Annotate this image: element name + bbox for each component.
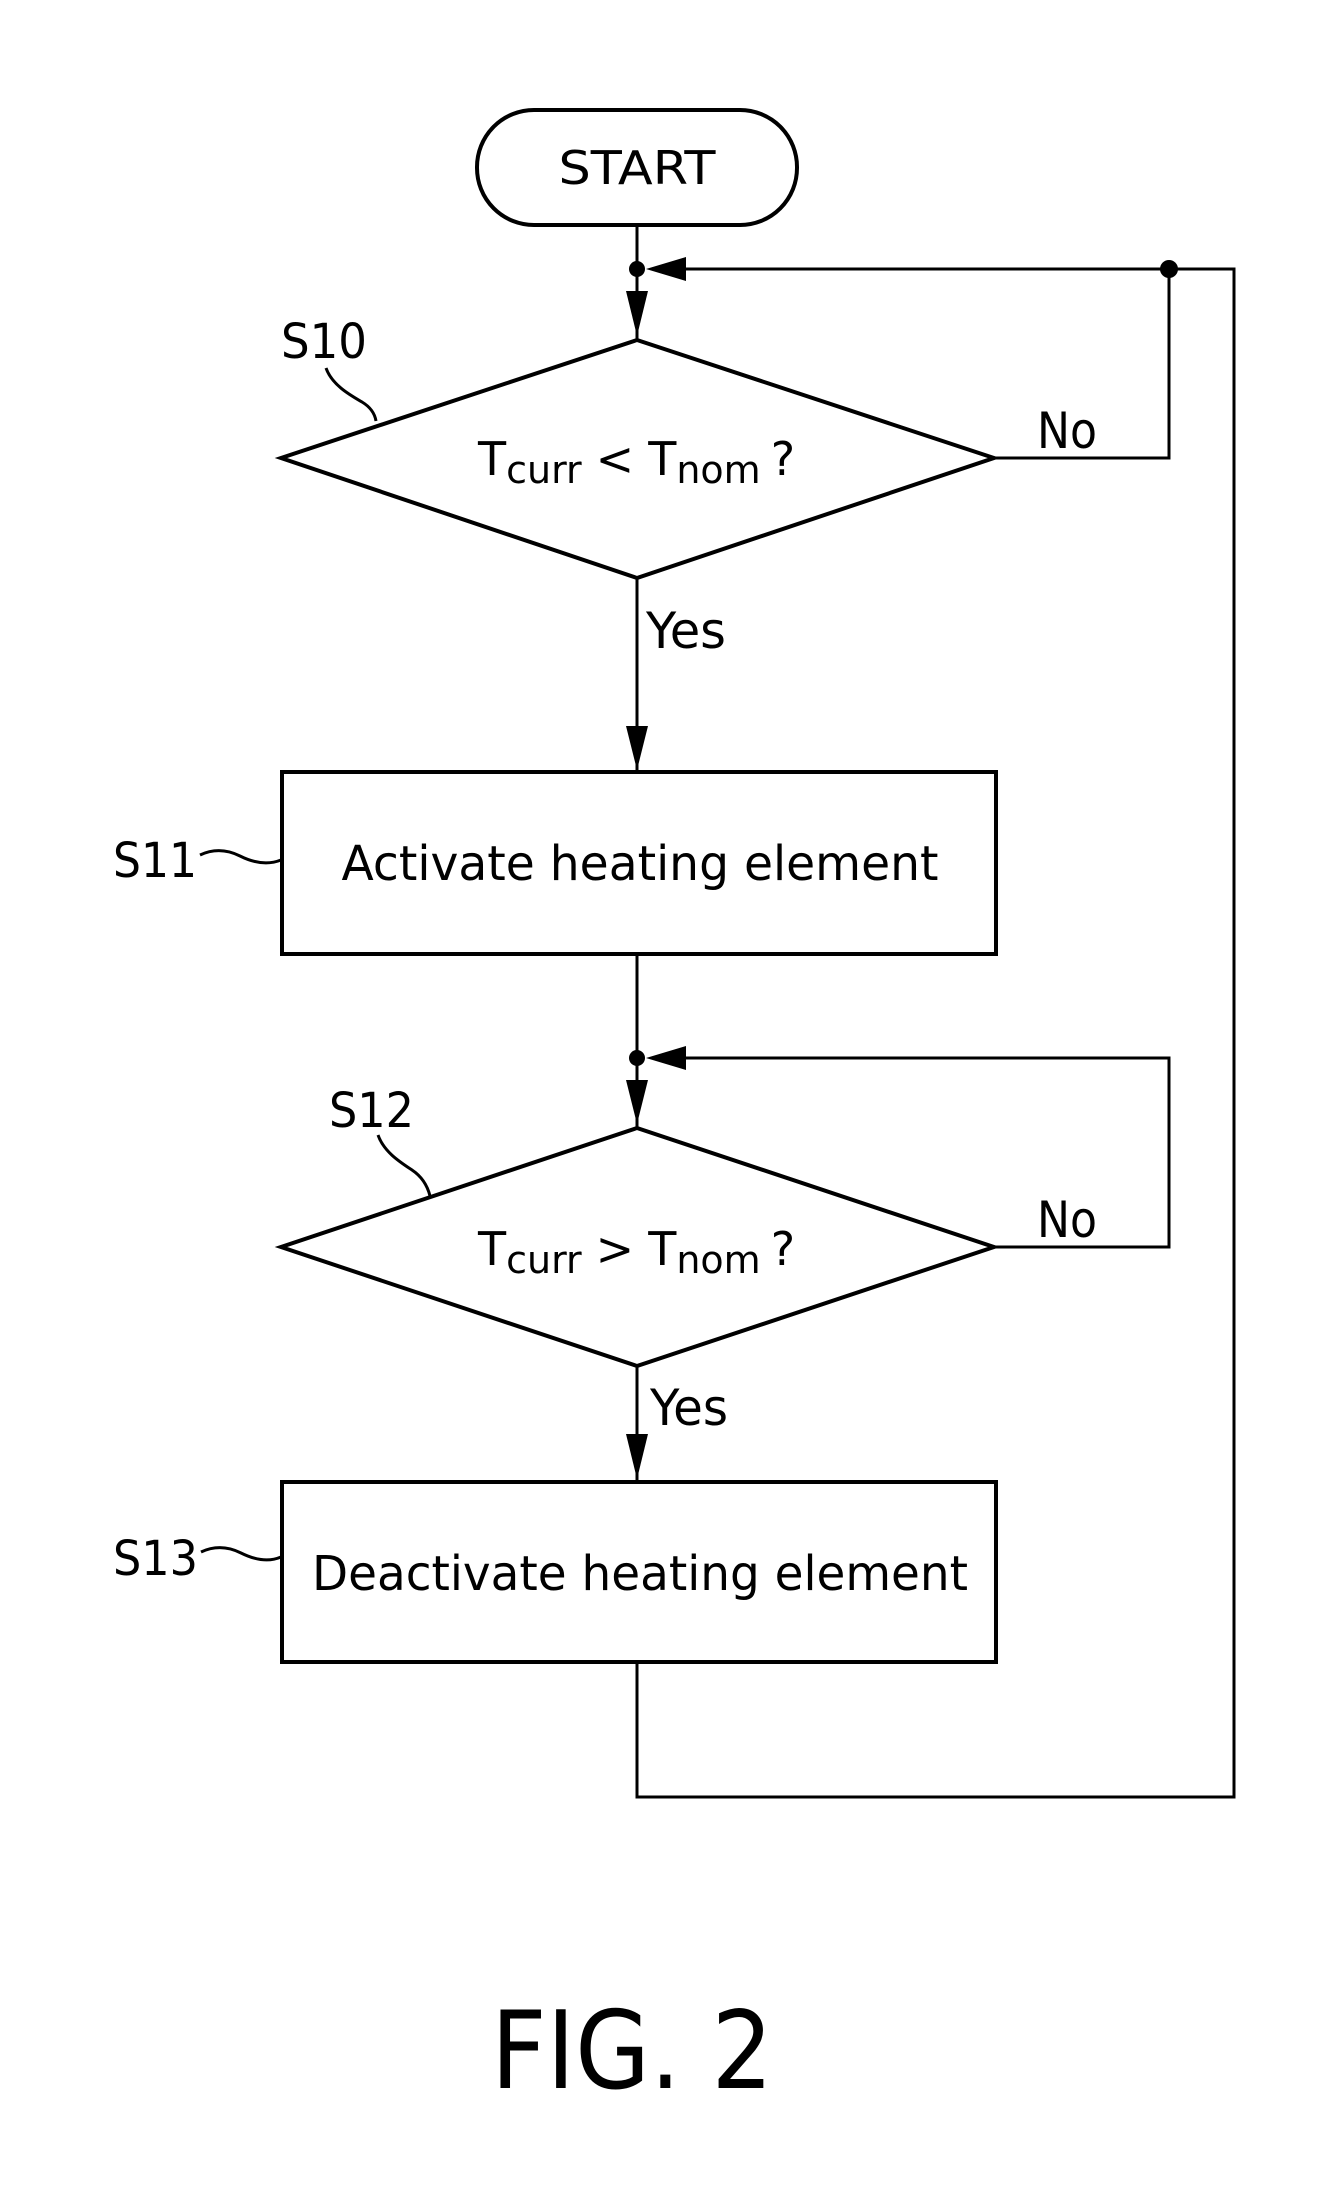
figure-caption: FIG. 2	[491, 1989, 773, 2114]
arrow-left-icon	[646, 257, 686, 281]
process-s11-label: Activate heating element	[342, 836, 939, 892]
ref-label-s13: S13	[113, 1531, 198, 1587]
leader-line	[376, 1134, 432, 1197]
arrow-left-icon	[646, 1046, 686, 1070]
edge-label-s12-no: No	[1037, 1191, 1097, 1249]
ref-label-s11: S11	[113, 833, 197, 889]
leader-line	[199, 849, 282, 865]
decision-s12: Tcurr > Tnom?	[274, 1125, 1001, 1369]
arrow-down-icon	[626, 1080, 648, 1124]
process-s13: Deactivate heating element	[280, 1480, 998, 1664]
decision-shape	[274, 337, 1001, 581]
leader-line	[324, 367, 378, 422]
edge-label-s10-no: No	[1037, 402, 1097, 460]
process-s13-label: Deactivate heating element	[312, 1546, 968, 1602]
decision-s10-condition: Tcurr < Tnom?	[477, 432, 795, 492]
process-s11: Activate heating element	[280, 770, 998, 956]
ref-label-s10: S10	[281, 314, 367, 370]
decision-s12-condition: Tcurr > Tnom?	[477, 1222, 795, 1282]
flowchart: START Tcurr < Tnom? S10 No Yes Activate he…	[113, 108, 1236, 2114]
leader-line	[200, 1546, 282, 1562]
decision-s10: Tcurr < Tnom?	[274, 337, 1001, 581]
arrow-down-icon	[626, 1434, 648, 1479]
edge-label-s12-yes: Yes	[649, 1379, 728, 1437]
junction-dot	[629, 1050, 645, 1066]
ref-label-s12: S12	[329, 1083, 414, 1139]
start-label: START	[559, 141, 717, 195]
start-terminal: START	[475, 108, 799, 227]
junction-dot	[629, 261, 645, 277]
decision-shape	[274, 1125, 1001, 1369]
arrow-down-icon	[626, 726, 648, 770]
arrow-down-icon	[626, 291, 648, 336]
edge-label-s10-yes: Yes	[645, 602, 726, 660]
